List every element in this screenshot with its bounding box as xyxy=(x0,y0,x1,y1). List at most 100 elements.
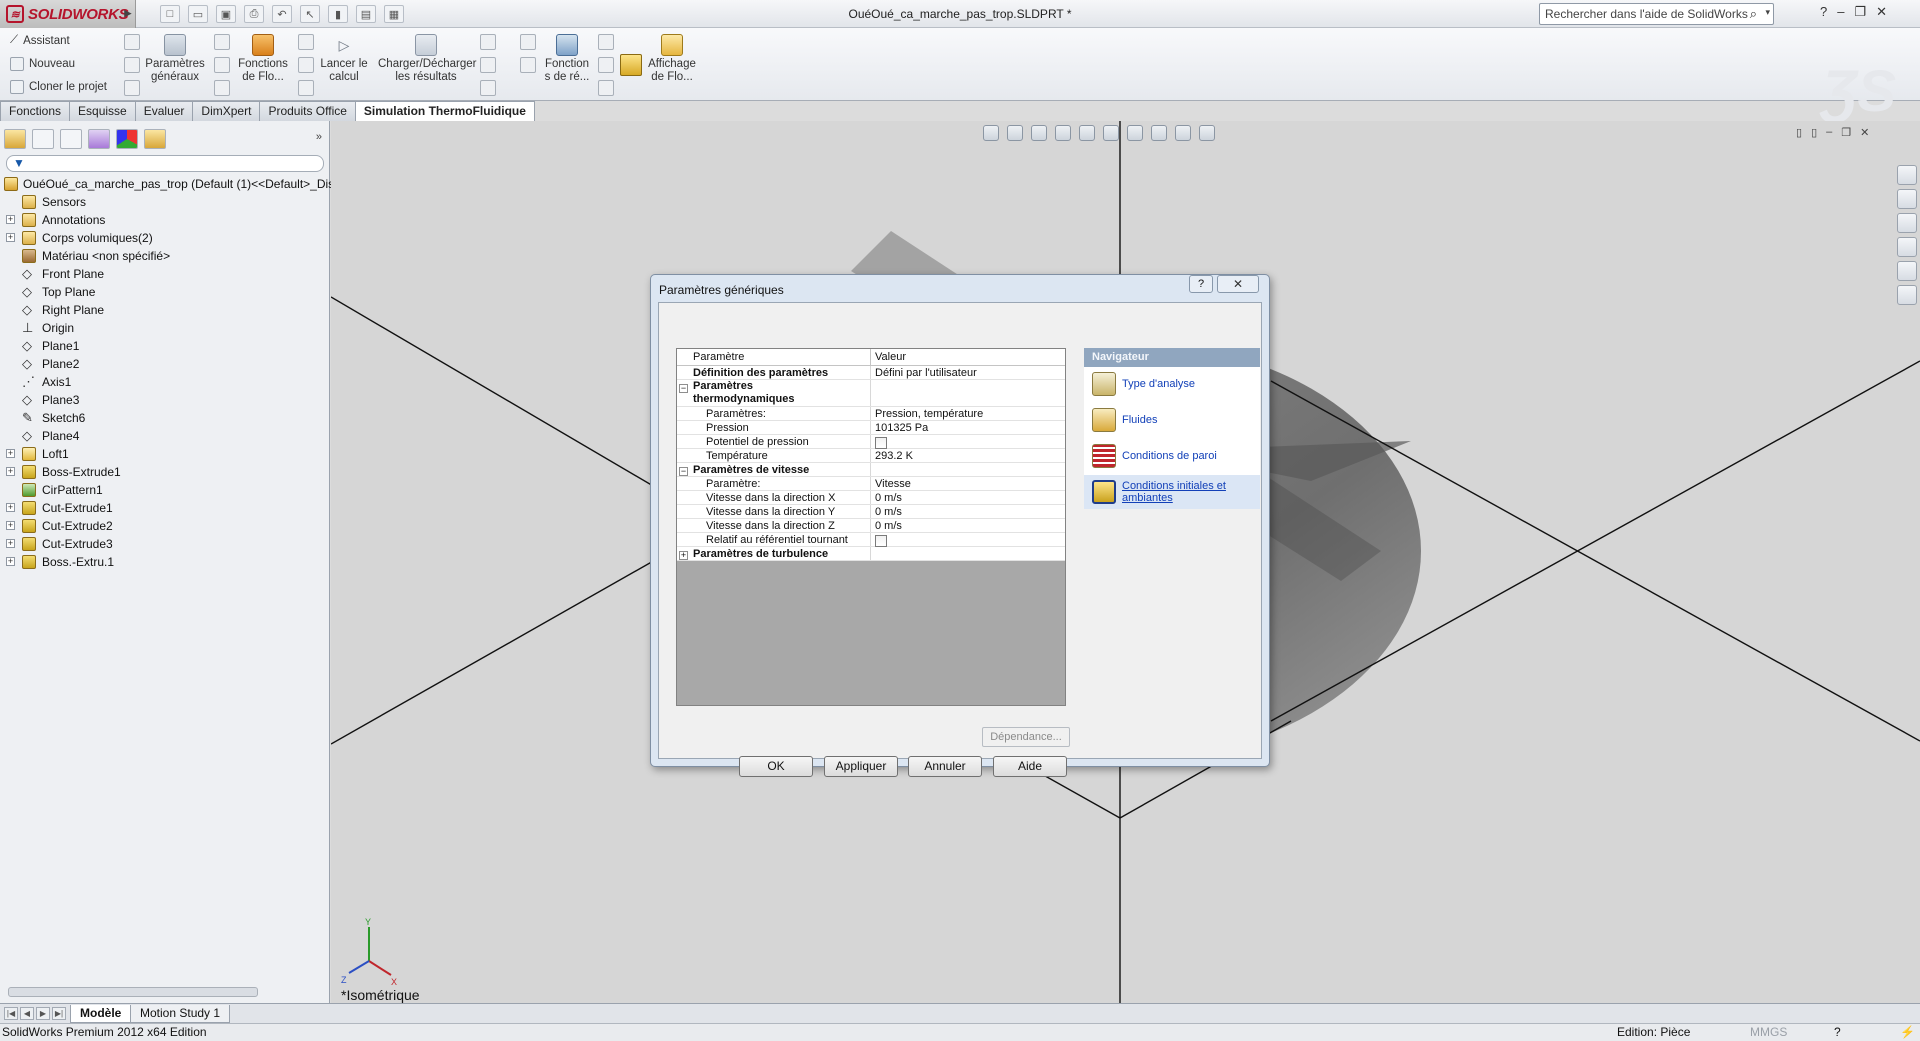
cancel-button[interactable]: Annuler xyxy=(908,756,982,777)
dimxpert-tab-icon[interactable] xyxy=(88,129,110,149)
design-library-icon[interactable] xyxy=(1897,189,1917,209)
tree-item-cut-extrude1[interactable]: + Cut-Extrude1 xyxy=(0,499,330,517)
tree-item-boss-extru-1[interactable]: + Boss.-Extru.1 xyxy=(0,553,330,571)
tree-item-boss-extrude1[interactable]: + Boss-Extrude1 xyxy=(0,463,330,481)
grid-row[interactable]: Relatif au référentiel tournant xyxy=(677,533,1065,547)
tab-evaluer[interactable]: Evaluer xyxy=(134,101,194,121)
tab-produits-office[interactable]: Produits Office xyxy=(259,101,356,121)
tree-item-plane4[interactable]: ◇ Plane4 xyxy=(0,427,330,445)
tree-item-annotations[interactable]: + Annotations xyxy=(0,211,330,229)
grid-row[interactable]: Vitesse dans la direction Y 0 m/s xyxy=(677,505,1065,519)
tool-icon[interactable] xyxy=(598,34,614,50)
affichage-flo-button[interactable]: Affichage de Flo... xyxy=(646,34,698,84)
tree-item-loft1[interactable]: + Loft1 xyxy=(0,445,330,463)
appearances-icon[interactable] xyxy=(1897,261,1917,281)
previous-view-icon[interactable] xyxy=(1031,125,1047,141)
tree-item-right-plane[interactable]: ◇ Right Plane xyxy=(0,301,330,319)
collapse-icon[interactable]: − xyxy=(679,467,688,476)
chevron-down-icon[interactable]: ▾ xyxy=(1765,7,1770,18)
grid-row[interactable]: Vitesse dans la direction Z 0 m/s xyxy=(677,519,1065,533)
minimize-icon[interactable]: – xyxy=(1826,126,1832,139)
tab-fonctions[interactable]: Fonctions xyxy=(0,101,71,121)
tool-icon[interactable] xyxy=(214,80,230,96)
navigator-item-conditions-initiales-et-ambiantes[interactable]: Conditions initiales et ambiantes xyxy=(1084,475,1260,509)
expand-icon[interactable]: + xyxy=(6,449,15,458)
value-cell[interactable]: 0 m/s xyxy=(871,491,902,504)
help-button[interactable]: Aide xyxy=(993,756,1067,777)
tool-icon[interactable] xyxy=(214,34,230,50)
grid-row[interactable]: + Paramètres de turbulence xyxy=(677,547,1065,561)
tree-root[interactable]: OuéOué_ca_marche_pas_trop (Default (1)<<… xyxy=(0,175,334,193)
parametres-generaux-button[interactable]: Paramètres généraux xyxy=(144,34,206,84)
tree-item-cut-extrude3[interactable]: + Cut-Extrude3 xyxy=(0,535,330,553)
tree-item-mat-riau-non-sp-cifi[interactable]: Matériau <non spécifié> xyxy=(0,247,330,265)
expand-panel-icon[interactable]: » xyxy=(316,131,322,143)
dependance-button[interactable]: Dépendance... xyxy=(982,727,1070,747)
expand-icon[interactable]: + xyxy=(6,215,15,224)
tool-icon[interactable] xyxy=(298,80,314,96)
tool-icon[interactable] xyxy=(124,57,140,73)
expand-icon[interactable]: + xyxy=(6,557,15,566)
ok-button[interactable]: OK xyxy=(739,756,813,777)
tree-item-corps-volumiques-2[interactable]: + Corps volumiques(2) xyxy=(0,229,330,247)
section-view-icon[interactable] xyxy=(1055,125,1071,141)
tab-esquisse[interactable]: Esquisse xyxy=(69,101,136,121)
print-button[interactable]: ⎙ xyxy=(244,5,264,23)
grid-row[interactable]: Définition des paramètres Défini par l'ut… xyxy=(677,366,1065,380)
search-icon[interactable]: ⌕ xyxy=(1750,6,1757,22)
dialog-help-button[interactable]: ? xyxy=(1189,275,1213,293)
tool-icon[interactable] xyxy=(298,57,314,73)
expand-icon[interactable]: + xyxy=(6,539,15,548)
minimize-icon[interactable]: – xyxy=(1837,4,1844,20)
lancer-calcul-button[interactable]: ▷ Lancer le calcul xyxy=(318,34,370,84)
tool-icon[interactable] xyxy=(598,57,614,73)
tree-item-plane2[interactable]: ◇ Plane2 xyxy=(0,355,330,373)
edit-appearance-icon[interactable] xyxy=(1151,125,1167,141)
navigator-item-type-d-analyse[interactable]: Type d'analyse xyxy=(1084,367,1260,401)
view-settings-icon[interactable] xyxy=(1199,125,1215,141)
tree-item-cut-extrude2[interactable]: + Cut-Extrude2 xyxy=(0,517,330,535)
dialog-close-button[interactable]: ✕ xyxy=(1217,275,1259,293)
restore-icon[interactable]: ❐ xyxy=(1841,126,1851,139)
close-icon[interactable]: ✕ xyxy=(1860,126,1869,139)
file-explorer-icon[interactable] xyxy=(1897,213,1917,233)
help-search-input[interactable]: Rechercher dans l'aide de SolidWorks ⌕ ▾ xyxy=(1539,3,1774,25)
navigator-item-conditions-de-paroi[interactable]: Conditions de paroi xyxy=(1084,439,1260,473)
expand-icon[interactable]: + xyxy=(6,467,15,476)
property-manager-tab-icon[interactable] xyxy=(32,129,54,149)
charger-resultats-button[interactable]: Charger/Décharger les résultats xyxy=(378,34,476,84)
tree-item-origin[interactable]: ⊥ Origin xyxy=(0,319,330,337)
view-orientation-icon[interactable] xyxy=(1079,125,1095,141)
expand-icon[interactable]: + xyxy=(6,521,15,530)
value-cell[interactable]: Vitesse xyxy=(871,477,911,490)
save-button[interactable]: ▣ xyxy=(216,5,236,23)
restore-icon[interactable]: ❐ xyxy=(1854,4,1866,20)
next-tab-icon[interactable]: ▶ xyxy=(36,1007,50,1020)
display-manager-tab-icon[interactable] xyxy=(116,129,138,149)
configuration-manager-tab-icon[interactable] xyxy=(60,129,82,149)
checkbox[interactable] xyxy=(875,535,887,547)
tool-icon[interactable] xyxy=(480,57,496,73)
tool-icon[interactable] xyxy=(520,34,536,50)
navigator-item-fluides[interactable]: Fluides xyxy=(1084,403,1260,437)
tree-item-front-plane[interactable]: ◇ Front Plane xyxy=(0,265,330,283)
prev-tab-icon[interactable]: ◀ xyxy=(20,1007,34,1020)
feature-tree-tab-icon[interactable] xyxy=(4,129,26,149)
grid-row[interactable]: Paramètres: Pression, température xyxy=(677,407,1065,421)
tool-icon[interactable] xyxy=(124,34,140,50)
help-icon[interactable]: ? xyxy=(1834,1024,1841,1041)
value-cell[interactable]: Pression, température xyxy=(871,407,983,420)
tile-icon[interactable]: ▯ xyxy=(1796,126,1802,139)
last-tab-icon[interactable]: ▶| xyxy=(52,1007,66,1020)
expand-icon[interactable]: + xyxy=(6,233,15,242)
nouveau-button[interactable]: Nouveau xyxy=(10,57,75,71)
value-cell[interactable]: 293.2 K xyxy=(871,449,913,462)
home-icon[interactable] xyxy=(1897,165,1917,185)
grid-row[interactable]: Pression 101325 Pa xyxy=(677,421,1065,435)
rebuild-status-icon[interactable]: ⚡ xyxy=(1900,1024,1915,1041)
tree-item-plane1[interactable]: ◇ Plane1 xyxy=(0,337,330,355)
apply-button[interactable]: Appliquer xyxy=(824,756,898,777)
tree-item-axis1[interactable]: ⋰ Axis1 xyxy=(0,373,330,391)
cloner-button[interactable]: Cloner le projet xyxy=(10,80,107,94)
collapse-icon[interactable]: − xyxy=(679,384,688,393)
